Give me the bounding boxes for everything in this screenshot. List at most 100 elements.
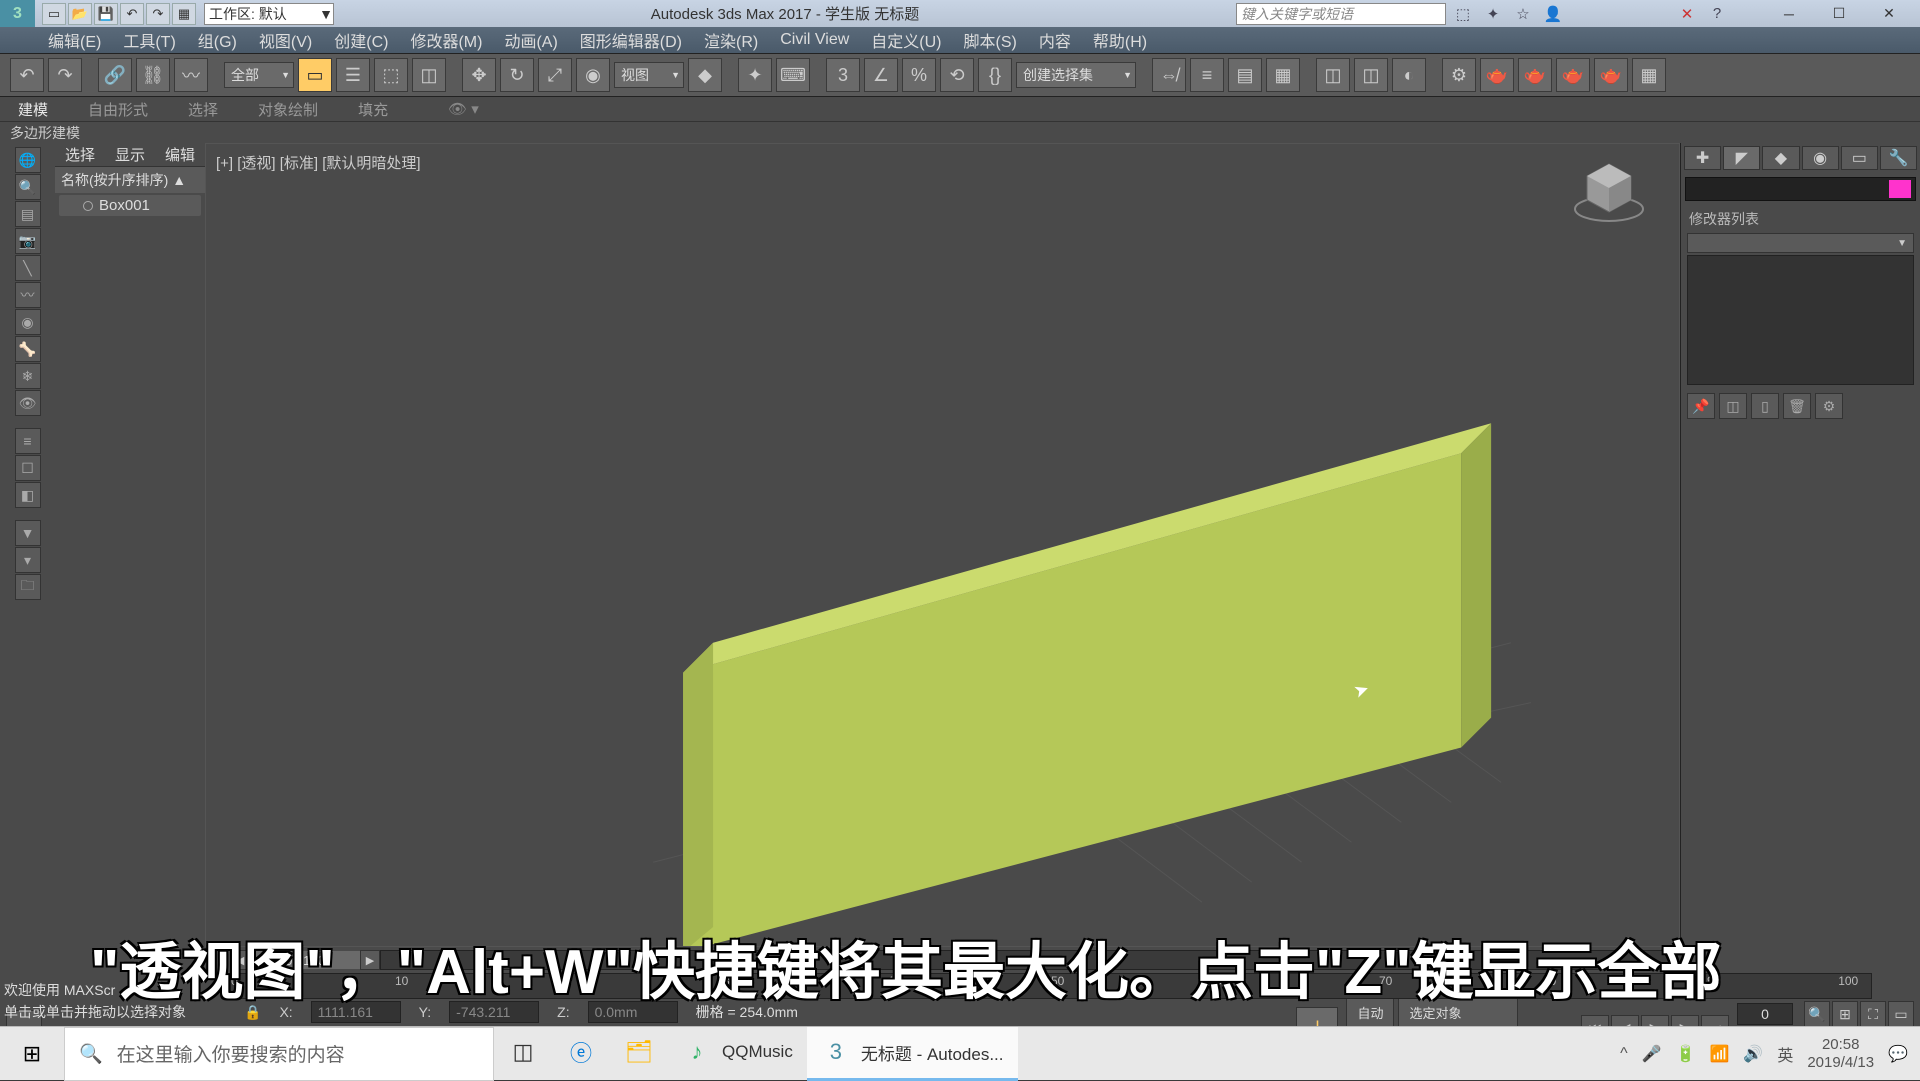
viewcube[interactable] bbox=[1569, 154, 1649, 224]
snap-toggle-button[interactable]: 3 bbox=[826, 58, 860, 92]
menu-render[interactable]: 渲染(R) bbox=[704, 28, 758, 52]
time-slider-thumb[interactable]: 0 / 100 bbox=[250, 951, 360, 969]
taskbar-3dsmax[interactable]: 3无标题 - Autodes... bbox=[807, 1027, 1018, 1081]
lt-search-icon[interactable]: 🔍 bbox=[15, 174, 41, 200]
help-search-input[interactable]: 键入关键字或短语 bbox=[1236, 3, 1446, 25]
curve-editor-button[interactable]: ◫ bbox=[1316, 58, 1350, 92]
selected-obj-dropdown[interactable]: 选定对象 bbox=[1398, 998, 1518, 1027]
scene-tab-display[interactable]: 显示 bbox=[115, 144, 145, 165]
select-window-button[interactable]: ◫ bbox=[412, 58, 446, 92]
slider-prev-button[interactable]: ◀ bbox=[230, 950, 250, 970]
percent-snap-button[interactable]: % bbox=[902, 58, 936, 92]
tr-icon-2[interactable]: ✦ bbox=[1480, 3, 1506, 25]
lt-filter-icon[interactable]: ▼ bbox=[15, 520, 41, 546]
object-name-field[interactable] bbox=[1685, 177, 1916, 201]
lt-freeze-icon[interactable]: ❄ bbox=[15, 363, 41, 389]
manipulate-button[interactable]: ✦ bbox=[738, 58, 772, 92]
modifier-list-dropdown[interactable]: ▼ bbox=[1687, 233, 1914, 253]
keyboard-button[interactable]: ⌨ bbox=[776, 58, 810, 92]
redo-icon[interactable]: ↷ bbox=[146, 3, 170, 25]
cmd-tab-hierarchy[interactable]: ◆ bbox=[1762, 146, 1799, 170]
slider-next-button[interactable]: ▶ bbox=[360, 950, 380, 970]
minimize-button[interactable]: ─ bbox=[1764, 0, 1814, 27]
lt-line-icon[interactable]: ╲ bbox=[15, 255, 41, 281]
cmd-tab-display[interactable]: ▭ bbox=[1841, 146, 1878, 170]
menu-customize[interactable]: 自定义(U) bbox=[871, 28, 941, 52]
render-online-button[interactable]: ▦ bbox=[1632, 58, 1666, 92]
user-icon[interactable]: 👤 bbox=[1540, 3, 1566, 25]
menu-civilview[interactable]: Civil View bbox=[780, 31, 849, 49]
zoom-all-button[interactable]: ⊞ bbox=[1832, 1001, 1858, 1027]
maximize-button[interactable]: ☐ bbox=[1814, 0, 1864, 27]
spinner-snap-button[interactable]: ⟲ bbox=[940, 58, 974, 92]
viewport-label[interactable]: [+] [透视] [标准] [默认明暗处理] bbox=[216, 152, 421, 173]
notification-icon[interactable]: 💬 bbox=[1888, 1044, 1908, 1064]
taskbar-edge[interactable]: ⓔ bbox=[552, 1027, 610, 1081]
material-editor-button[interactable]: ◐ bbox=[1392, 58, 1426, 92]
taskbar-qqmusic[interactable]: ♪QQMusic bbox=[668, 1027, 807, 1081]
time-ruler[interactable]: 0 10 20 30 40 50 60 70 80 90 100 bbox=[230, 973, 1872, 999]
named-selection-dropdown[interactable]: 创建选择集 bbox=[1016, 62, 1136, 88]
time-slider-track[interactable] bbox=[380, 950, 1690, 970]
coord-x-field[interactable]: 1111.161 bbox=[311, 1001, 401, 1023]
show-end-icon[interactable]: ◫ bbox=[1719, 393, 1747, 419]
cmd-tab-modify[interactable]: ◤ bbox=[1723, 146, 1760, 170]
tray-battery-icon[interactable]: 🔋 bbox=[1676, 1044, 1696, 1064]
undo-button[interactable]: ↶ bbox=[10, 58, 44, 92]
open-file-icon[interactable]: 📂 bbox=[68, 3, 92, 25]
toggle-ribbon-button[interactable]: ▦ bbox=[1266, 58, 1300, 92]
tray-chevron-icon[interactable]: ^ bbox=[1620, 1045, 1628, 1063]
save-file-icon[interactable]: 💾 bbox=[94, 3, 118, 25]
menu-create[interactable]: 创建(C) bbox=[334, 28, 388, 52]
mirror-button[interactable]: ⇎ bbox=[1152, 58, 1186, 92]
menu-group[interactable]: 组(G) bbox=[198, 28, 237, 52]
auto-key-button[interactable]: 自动 bbox=[1346, 998, 1394, 1027]
lt-invert-icon[interactable]: ◧ bbox=[15, 482, 41, 508]
move-button[interactable]: ✥ bbox=[462, 58, 496, 92]
start-button[interactable]: ⊞ bbox=[0, 1027, 64, 1081]
project-icon[interactable]: ▦ bbox=[172, 3, 196, 25]
rotate-button[interactable]: ↻ bbox=[500, 58, 534, 92]
zoom-button[interactable]: 🔍 bbox=[1804, 1001, 1830, 1027]
menu-content[interactable]: 内容 bbox=[1039, 28, 1071, 52]
perspective-viewport[interactable]: ➤ bbox=[206, 144, 1679, 946]
select-object-button[interactable]: ▭ bbox=[298, 58, 332, 92]
help-icon[interactable]: ? bbox=[1704, 3, 1730, 25]
scene-sort-header[interactable]: 名称(按升序排序) ▲ bbox=[55, 167, 205, 193]
lt-globe-icon[interactable]: 🌐 bbox=[15, 147, 41, 173]
configure-icon[interactable]: ⚙ bbox=[1815, 393, 1843, 419]
unlink-button[interactable]: ⛓ bbox=[136, 58, 170, 92]
object-color-swatch[interactable] bbox=[1889, 180, 1911, 198]
menu-view[interactable]: 视图(V) bbox=[259, 28, 312, 52]
cmd-tab-utilities[interactable]: 🔧 bbox=[1880, 146, 1917, 170]
layer-button[interactable]: ▤ bbox=[1228, 58, 1262, 92]
task-view-button[interactable]: ◫ bbox=[494, 1027, 552, 1081]
scene-tab-edit[interactable]: 编辑 bbox=[165, 144, 195, 165]
selection-filter-dropdown[interactable]: 全部 bbox=[224, 62, 294, 88]
tree-item-box001[interactable]: Box001 bbox=[59, 195, 201, 216]
scale-button[interactable]: ⤢ bbox=[538, 58, 572, 92]
ribbon-tab-populate[interactable]: 填充 bbox=[358, 99, 388, 120]
cmd-tab-motion[interactable]: ◉ bbox=[1802, 146, 1839, 170]
lt-mark-icon[interactable]: ▾ bbox=[15, 547, 41, 573]
named-sel-button[interactable]: {} bbox=[978, 58, 1012, 92]
tr-icon-1[interactable]: ⬚ bbox=[1450, 3, 1476, 25]
align-button[interactable]: ≡ bbox=[1190, 58, 1224, 92]
close-panel-icon[interactable]: ✕ bbox=[1674, 3, 1700, 25]
menu-script[interactable]: 脚本(S) bbox=[964, 28, 1017, 52]
schematic-button[interactable]: ◫ bbox=[1354, 58, 1388, 92]
modifier-stack[interactable] bbox=[1687, 255, 1914, 385]
ribbon-tab-objectpaint[interactable]: 对象绘制 bbox=[258, 99, 318, 120]
ref-coord-dropdown[interactable]: 视图 bbox=[614, 62, 684, 88]
ribbon-eye-icon[interactable]: 👁 ▾ bbox=[448, 100, 479, 118]
coord-y-field[interactable]: -743.211 bbox=[449, 1001, 539, 1023]
visibility-toggle-icon[interactable] bbox=[83, 201, 93, 211]
pin-stack-icon[interactable]: 📌 bbox=[1687, 393, 1715, 419]
lt-eye-icon[interactable]: 👁 bbox=[15, 390, 41, 416]
tray-volume-icon[interactable]: 🔊 bbox=[1743, 1044, 1763, 1064]
close-button[interactable]: ✕ bbox=[1864, 0, 1914, 27]
lt-layer-icon[interactable]: ▤ bbox=[15, 201, 41, 227]
menu-tools[interactable]: 工具(T) bbox=[123, 28, 175, 52]
unique-icon[interactable]: ▯ bbox=[1751, 393, 1779, 419]
render-frame-button[interactable]: 🫖 bbox=[1480, 58, 1514, 92]
